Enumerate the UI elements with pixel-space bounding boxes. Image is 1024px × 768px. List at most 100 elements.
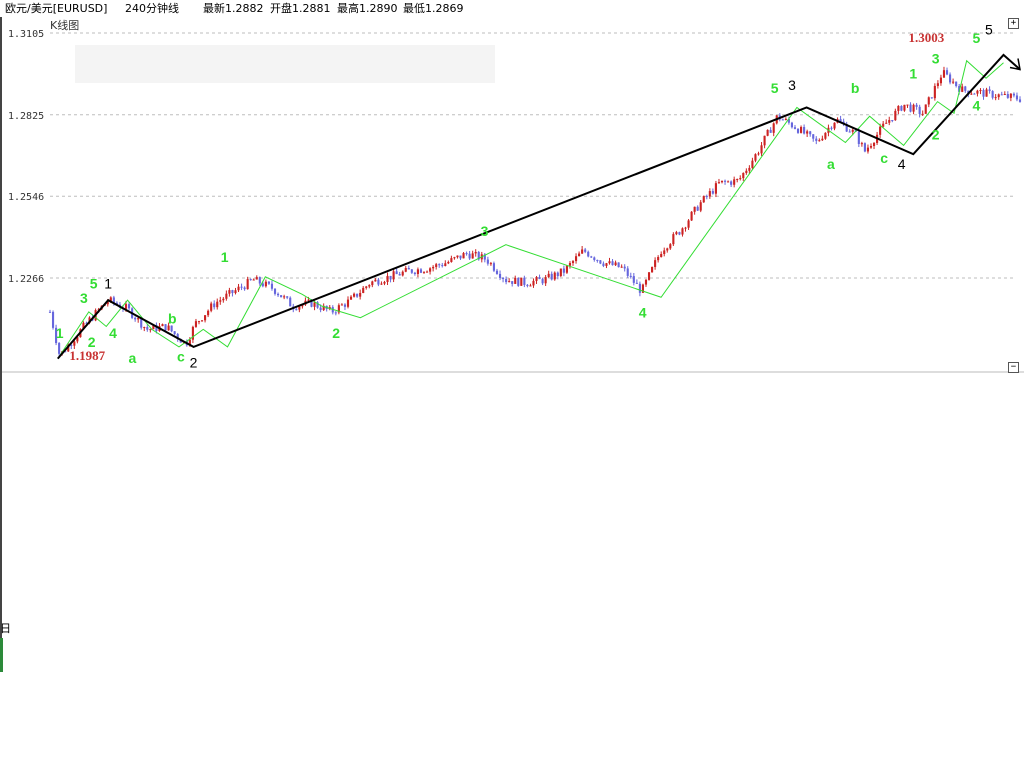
candle-body — [462, 253, 465, 259]
candle-body — [459, 255, 462, 259]
candle-body — [307, 299, 310, 301]
candle-body — [888, 120, 891, 123]
candle-body — [444, 263, 447, 267]
candle-body — [976, 90, 979, 94]
candle-body — [535, 277, 538, 281]
candle-body — [511, 281, 514, 284]
candle-body — [796, 128, 800, 133]
collapse-button[interactable]: − — [1008, 362, 1019, 373]
candle-body — [973, 93, 976, 95]
candle-body — [334, 312, 337, 314]
candle-body — [812, 134, 815, 139]
candle-body — [374, 279, 377, 282]
candle-body — [1000, 94, 1003, 96]
info-overlay — [75, 45, 495, 83]
candle-body — [942, 70, 946, 78]
candle-body — [717, 182, 721, 184]
candle-body — [562, 268, 565, 273]
candle-body — [1006, 94, 1009, 98]
candle-body — [879, 126, 882, 135]
candle-body — [447, 261, 450, 264]
candle-body — [204, 315, 207, 321]
candle-body — [985, 89, 988, 97]
candle-body — [921, 113, 924, 115]
candle-body — [273, 288, 277, 294]
candle-body — [754, 154, 757, 161]
candle-body — [450, 258, 453, 262]
candle-body — [435, 264, 438, 267]
candle-body — [559, 268, 562, 277]
candlestick-chart[interactable]: K线图 1.31051.28251.25461.2266 13254abc123… — [0, 0, 1024, 768]
candle-body — [964, 86, 967, 91]
candle-body — [441, 265, 444, 267]
candle-body — [465, 253, 468, 255]
candle-body — [872, 142, 876, 147]
candle-body — [261, 283, 264, 287]
candle-body — [73, 341, 76, 346]
candle-body — [727, 181, 730, 183]
candle-body — [550, 273, 553, 280]
candle-body — [416, 269, 419, 274]
wave-label: 4 — [898, 156, 906, 172]
candle-body — [392, 271, 395, 280]
candle-body — [806, 131, 809, 134]
candle-body — [757, 153, 760, 155]
wave-label: a — [827, 156, 835, 172]
side-tab-label[interactable]: 日 — [0, 620, 11, 636]
candle-body — [280, 295, 283, 298]
candle-body — [264, 281, 267, 287]
candle-body — [997, 94, 1000, 98]
candle-body — [252, 279, 255, 281]
candle-body — [544, 277, 547, 284]
side-tab-indicator — [0, 638, 3, 672]
candle-body — [249, 279, 252, 281]
candle-body — [848, 131, 851, 133]
candle-body — [565, 265, 568, 273]
candle-body — [270, 283, 274, 289]
candle-body — [380, 283, 383, 285]
candle-body — [699, 202, 702, 211]
candle-body — [891, 120, 894, 122]
y-tick-label: 1.3105 — [8, 29, 44, 40]
candle-body — [395, 271, 398, 275]
candle-body — [137, 318, 140, 320]
candle-body — [690, 211, 693, 221]
candle-body — [751, 160, 754, 168]
candle-body — [514, 277, 517, 284]
candle-body — [349, 296, 353, 300]
candle-body — [800, 127, 803, 133]
price-annotation: 1.1987 — [69, 348, 105, 363]
candle-body — [912, 104, 915, 112]
candle-body — [508, 281, 511, 283]
candle-body — [456, 255, 459, 258]
candle-body — [608, 261, 611, 264]
wave-label: 3 — [80, 290, 88, 306]
candle-body — [161, 324, 164, 327]
candle-body — [474, 251, 477, 254]
candle-body — [213, 303, 216, 308]
candle-body — [714, 183, 717, 194]
wave-label: 1 — [104, 276, 112, 292]
candle-body — [763, 135, 766, 146]
candle-body — [982, 90, 985, 97]
candle-body — [915, 104, 918, 107]
candle-body — [681, 228, 684, 235]
candle-body — [401, 271, 404, 276]
wave-label: 5 — [90, 276, 98, 292]
expand-button[interactable]: + — [1008, 18, 1019, 29]
candle-body — [359, 292, 362, 297]
candle-body — [991, 91, 994, 98]
candle-body — [924, 104, 927, 114]
candle-body — [210, 303, 213, 311]
candle-body — [903, 104, 906, 111]
candle-body — [657, 257, 660, 261]
candle-body — [486, 259, 489, 264]
candle-body — [419, 269, 423, 273]
candle-body — [492, 263, 496, 271]
candle-body — [614, 262, 617, 266]
candle-body — [620, 266, 623, 268]
candle-body — [736, 179, 739, 181]
candle-body — [356, 293, 359, 297]
candle-body — [760, 145, 763, 154]
candle-body — [857, 131, 860, 144]
